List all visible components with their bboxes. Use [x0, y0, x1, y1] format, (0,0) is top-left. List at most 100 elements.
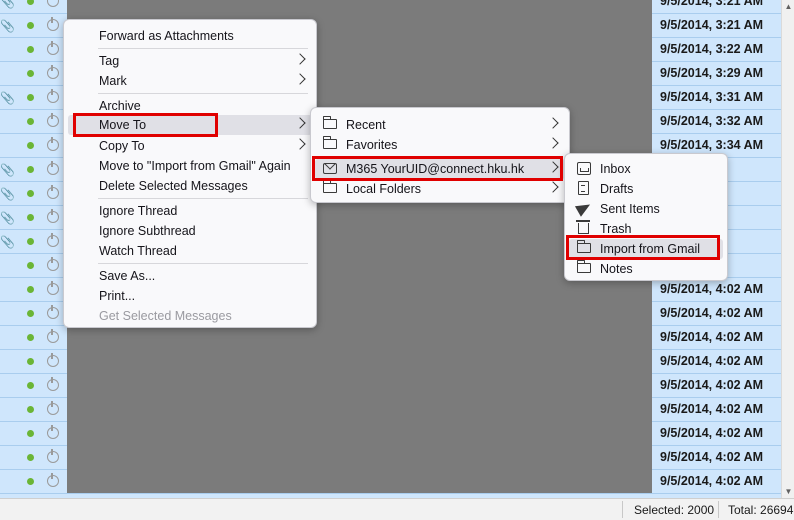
menu-item-inbox[interactable]: Inbox: [569, 159, 723, 179]
junk-status-icon[interactable]: [47, 161, 59, 175]
folder-icon: [322, 136, 337, 149]
junk-status-icon[interactable]: [47, 281, 59, 295]
unread-dot-icon[interactable]: [27, 142, 34, 149]
chevron-right-icon: [547, 161, 559, 173]
menu-item-import-from-gmail[interactable]: Import from Gmail: [569, 239, 723, 259]
unread-dot-icon[interactable]: [27, 286, 34, 293]
message-date: 9/5/2014, 4:02 AM: [660, 426, 764, 440]
attachment-icon: 📎: [0, 211, 15, 225]
chevron-right-icon: [294, 73, 306, 85]
junk-status-icon[interactable]: [47, 233, 59, 247]
unread-dot-icon[interactable]: [27, 0, 34, 5]
chevron-right-icon: [547, 181, 559, 193]
attachment-icon: 📎: [0, 0, 15, 9]
menu-item-tag[interactable]: Tag: [68, 51, 312, 71]
unread-dot-icon[interactable]: [27, 118, 34, 125]
menu-separator: [98, 93, 308, 94]
unread-dot-icon[interactable]: [27, 454, 34, 461]
menu-item-sent-items[interactable]: Sent Items: [569, 199, 723, 219]
junk-status-icon[interactable]: [47, 0, 59, 7]
unread-dot-icon[interactable]: [27, 382, 34, 389]
junk-status-icon[interactable]: [47, 425, 59, 439]
message-date: 9/5/2014, 4:02 AM: [660, 306, 764, 320]
menu-item-favorites[interactable]: Favorites: [315, 135, 565, 155]
junk-status-icon[interactable]: [47, 17, 59, 31]
unread-dot-icon[interactable]: [27, 166, 34, 173]
account-folders-submenu: Inbox Drafts Sent Items Trash Import fro…: [564, 153, 728, 281]
scroll-down-icon[interactable]: ▼: [782, 485, 794, 498]
move-to-submenu: Recent Favorites M365 YourUID@connect.hk…: [310, 107, 570, 203]
message-date: 9/5/2014, 3:21 AM: [660, 18, 764, 32]
scroll-up-icon[interactable]: ▲: [782, 0, 794, 13]
junk-status-icon[interactable]: [47, 377, 59, 391]
menu-item-account[interactable]: M365 YourUID@connect.hku.hk: [315, 159, 565, 179]
unread-dot-icon[interactable]: [27, 406, 34, 413]
menu-item-move-again[interactable]: Move to "Import from Gmail" Again: [68, 156, 312, 176]
menu-item-print[interactable]: Print...: [68, 286, 312, 306]
message-date: 9/5/2014, 4:02 AM: [660, 282, 764, 296]
chevron-right-icon: [294, 138, 306, 150]
junk-status-icon[interactable]: [47, 449, 59, 463]
menu-separator: [98, 263, 308, 264]
unread-dot-icon[interactable]: [27, 238, 34, 245]
folder-icon: [576, 240, 591, 253]
menu-item-copy-to[interactable]: Copy To: [68, 136, 312, 156]
junk-status-icon[interactable]: [47, 89, 59, 103]
junk-status-icon[interactable]: [47, 353, 59, 367]
chevron-right-icon: [294, 117, 306, 129]
menu-item-drafts[interactable]: Drafts: [569, 179, 723, 199]
menu-item-delete-selected[interactable]: Delete Selected Messages: [68, 176, 312, 196]
message-date: 9/5/2014, 3:34 AM: [660, 138, 764, 152]
menu-item-recent[interactable]: Recent: [315, 115, 565, 135]
junk-status-icon[interactable]: [47, 113, 59, 127]
attachment-icon: 📎: [0, 19, 15, 33]
inbox-icon: [577, 162, 591, 175]
menu-item-notes[interactable]: Notes: [569, 259, 723, 279]
junk-status-icon[interactable]: [47, 65, 59, 79]
unread-dot-icon[interactable]: [27, 358, 34, 365]
message-date: 9/5/2014, 4:02 AM: [660, 402, 764, 416]
message-date: 9/5/2014, 4:02 AM: [660, 474, 764, 488]
unread-dot-icon[interactable]: [27, 22, 34, 29]
unread-dot-icon[interactable]: [27, 190, 34, 197]
unread-dot-icon[interactable]: [27, 262, 34, 269]
menu-item-forward-as-attachments[interactable]: Forward as Attachments: [68, 26, 312, 46]
junk-status-icon[interactable]: [47, 401, 59, 415]
menu-item-ignore-thread[interactable]: Ignore Thread: [68, 201, 312, 221]
sent-icon: [574, 199, 594, 217]
context-menu: Forward as Attachments Tag Mark Archive …: [63, 19, 317, 328]
junk-status-icon[interactable]: [47, 41, 59, 55]
unread-dot-icon[interactable]: [27, 430, 34, 437]
menu-item-watch-thread[interactable]: Watch Thread: [68, 241, 312, 261]
redacted-area: [67, 330, 652, 493]
junk-status-icon[interactable]: [47, 305, 59, 319]
unread-dot-icon[interactable]: [27, 70, 34, 77]
menu-item-ignore-subthread[interactable]: Ignore Subthread: [68, 221, 312, 241]
unread-dot-icon[interactable]: [27, 478, 34, 485]
unread-dot-icon[interactable]: [27, 214, 34, 221]
message-date: 9/5/2014, 3:21 AM: [660, 0, 764, 8]
menu-item-local-folders[interactable]: Local Folders: [315, 179, 565, 199]
attachment-icon: 📎: [0, 235, 15, 249]
junk-status-icon[interactable]: [47, 257, 59, 271]
status-bar: Selected: 2000 Total: 26694: [0, 498, 794, 520]
menu-item-archive[interactable]: Archive: [68, 96, 312, 116]
junk-status-icon[interactable]: [47, 185, 59, 199]
menu-item-save-as[interactable]: Save As...: [68, 266, 312, 286]
menu-item-trash[interactable]: Trash: [569, 219, 723, 239]
vertical-scrollbar[interactable]: ▲ ▼: [781, 0, 794, 498]
message-date: 9/5/2014, 3:32 AM: [660, 114, 764, 128]
junk-status-icon[interactable]: [47, 329, 59, 343]
menu-item-move-to[interactable]: Move To: [68, 115, 312, 135]
junk-status-icon[interactable]: [47, 137, 59, 151]
chevron-right-icon: [547, 137, 559, 149]
message-date: 9/5/2014, 4:02 AM: [660, 378, 764, 392]
junk-status-icon[interactable]: [47, 209, 59, 223]
unread-dot-icon[interactable]: [27, 94, 34, 101]
chevron-right-icon: [294, 53, 306, 65]
menu-item-mark[interactable]: Mark: [68, 71, 312, 91]
junk-status-icon[interactable]: [47, 473, 59, 487]
unread-dot-icon[interactable]: [27, 334, 34, 341]
unread-dot-icon[interactable]: [27, 46, 34, 53]
unread-dot-icon[interactable]: [27, 310, 34, 317]
